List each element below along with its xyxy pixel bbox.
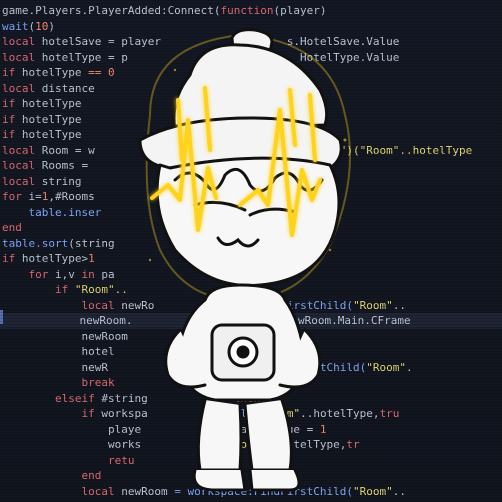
cartoon-character	[138, 28, 351, 492]
head	[155, 156, 341, 288]
editor-background: game.Players.PlayerAdded:Connect(functio…	[0, 0, 502, 502]
body	[164, 283, 322, 492]
